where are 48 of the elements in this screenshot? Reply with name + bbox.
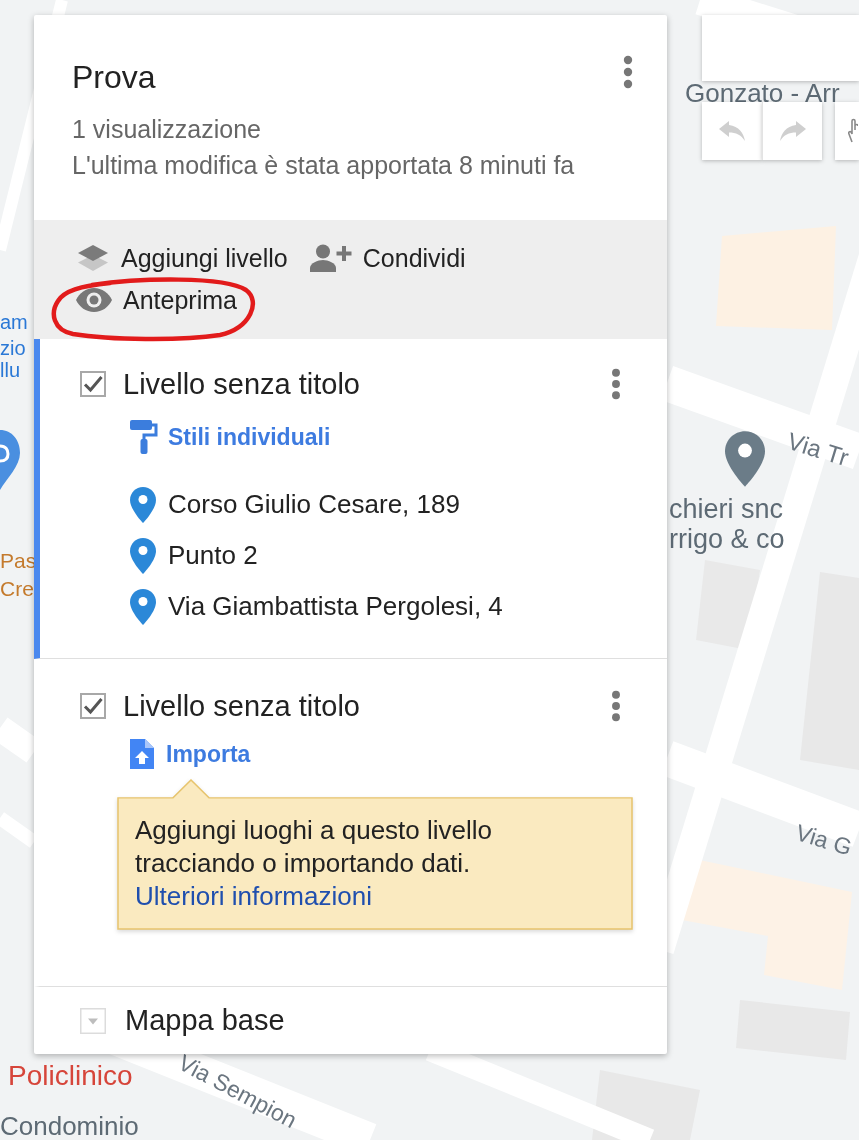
preview-button[interactable]: Anteprima bbox=[76, 279, 237, 321]
hand-icon bbox=[848, 118, 858, 144]
file-upload-icon bbox=[130, 739, 154, 769]
individual-styles-link[interactable]: Stili individuali bbox=[130, 416, 331, 458]
map-place-label: chieri snc bbox=[669, 494, 784, 525]
map-place-label: am bbox=[0, 311, 28, 334]
place-item[interactable]: Via Giambattista Pergolesi, 4 bbox=[130, 581, 621, 632]
street-name-label: Via Tr bbox=[784, 428, 852, 472]
map-place-label: zio bbox=[0, 337, 26, 360]
view-count: 1 visualizzazione bbox=[72, 114, 262, 145]
add-layer-button[interactable]: Aggiungi livello bbox=[76, 237, 288, 279]
person-add-icon bbox=[309, 244, 352, 272]
map-place-label: Condominio bbox=[0, 1112, 139, 1140]
more-options-icon[interactable] bbox=[623, 55, 633, 89]
expand-toggle-icon[interactable] bbox=[80, 1007, 106, 1034]
map-place-label: Policlinico bbox=[8, 1060, 133, 1092]
map-pin-icon[interactable] bbox=[725, 431, 765, 487]
layer-title[interactable]: Livello senza titolo bbox=[123, 689, 594, 723]
base-map-title[interactable]: Mappa base bbox=[125, 1004, 285, 1037]
map-title[interactable]: Prova bbox=[72, 57, 156, 97]
map-pin-icon bbox=[130, 537, 156, 574]
place-item[interactable]: Corso Giulio Cesare, 189 bbox=[130, 479, 621, 530]
pan-button[interactable] bbox=[835, 102, 859, 160]
layer-title[interactable]: Livello senza titolo bbox=[123, 367, 594, 401]
map-pin-icon[interactable] bbox=[0, 428, 20, 490]
more-options-icon[interactable] bbox=[611, 368, 621, 400]
tooltip-text: Aggiungi luoghi a questo livello tracciando o importando dati. Ulteriori informazioni bbox=[135, 814, 494, 913]
more-options-icon[interactable] bbox=[611, 690, 621, 722]
street-name-label: Via G bbox=[792, 820, 855, 861]
map-place-label: llu bbox=[0, 359, 20, 382]
map-place-label: rrigo & co bbox=[669, 524, 785, 555]
more-info-link[interactable]: Ulteriori informazioni bbox=[135, 881, 372, 911]
map-pin-icon bbox=[130, 486, 156, 523]
map-place-label: Cre bbox=[0, 577, 34, 601]
layers-icon bbox=[76, 243, 110, 273]
place-item[interactable]: Punto 2 bbox=[130, 530, 621, 581]
map-pin-icon bbox=[130, 588, 156, 625]
redo-icon bbox=[779, 121, 806, 141]
paint-roller-icon bbox=[130, 420, 158, 454]
last-edit-note: L'ultima modifica è stata apportata 8 minuti fa bbox=[72, 150, 576, 181]
import-link[interactable]: Importa bbox=[130, 733, 251, 775]
layer-checkbox[interactable] bbox=[80, 371, 106, 397]
map-place-label: Gonzato - Arr bbox=[685, 79, 840, 109]
map-place-label: Pas bbox=[0, 549, 37, 573]
undo-icon bbox=[719, 121, 745, 141]
layer-checkbox[interactable] bbox=[80, 693, 106, 719]
eye-icon bbox=[76, 288, 112, 312]
share-button[interactable]: Condividi bbox=[309, 237, 466, 279]
